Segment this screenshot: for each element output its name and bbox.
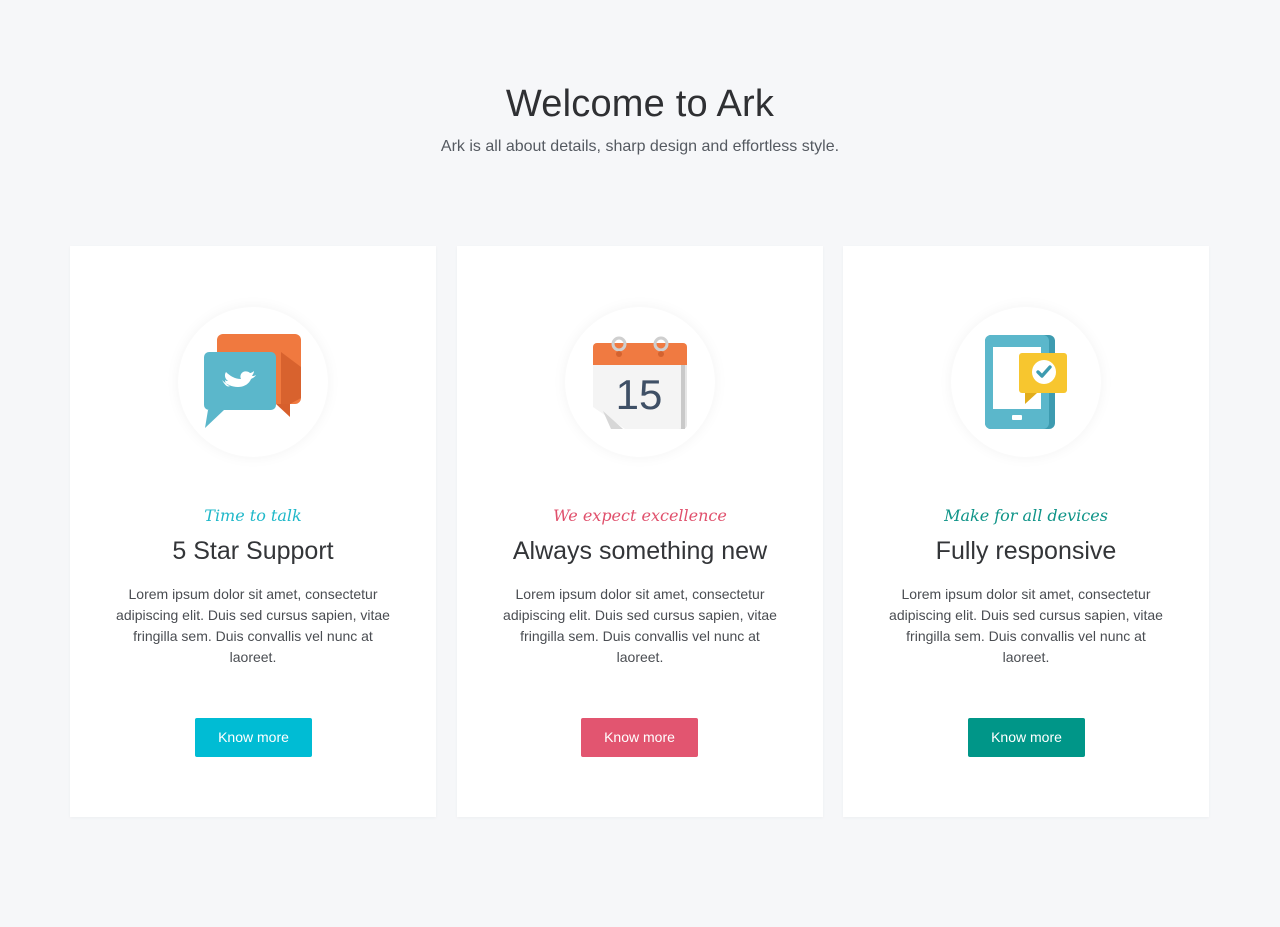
card-title: 5 Star Support: [172, 537, 334, 565]
feature-cards: Time to talk 5 Star Support Lorem ipsum …: [70, 246, 1210, 817]
mobile-check-icon: [985, 335, 1067, 429]
page-subtitle: Ark is all about details, sharp design a…: [440, 138, 840, 155]
card-description: Lorem ipsum dolor sit amet, consectetur …: [503, 586, 777, 665]
icon-circle: [951, 307, 1101, 457]
know-more-button[interactable]: Know more: [195, 718, 312, 757]
page-title: Welcome to Ark: [505, 83, 775, 125]
calendar-day: 15: [616, 371, 663, 418]
know-more-button[interactable]: Know more: [581, 718, 698, 757]
feature-card-new: 15 We expect excellence Always something…: [457, 246, 823, 817]
calendar-icon: 15: [593, 336, 687, 429]
card-tagline: Make for all devices: [944, 506, 1108, 525]
card-tagline: Time to talk: [204, 506, 302, 525]
card-description: Lorem ipsum dolor sit amet, consectetur …: [116, 586, 390, 665]
icon-circle: 15: [565, 307, 715, 457]
chat-bubbles-icon: [204, 334, 301, 428]
card-title: Always something new: [512, 537, 768, 565]
feature-card-responsive: Make for all devices Fully responsive Lo…: [843, 246, 1209, 817]
hero-section: Welcome to Ark Ark is all about details,…: [0, 0, 1280, 158]
card-tagline: We expect excellence: [553, 506, 727, 525]
card-title: Fully responsive: [935, 537, 1117, 565]
know-more-button[interactable]: Know more: [968, 718, 1085, 757]
card-description: Lorem ipsum dolor sit amet, consectetur …: [889, 586, 1163, 665]
icon-circle: [178, 307, 328, 457]
feature-card-support: Time to talk 5 Star Support Lorem ipsum …: [70, 246, 436, 817]
